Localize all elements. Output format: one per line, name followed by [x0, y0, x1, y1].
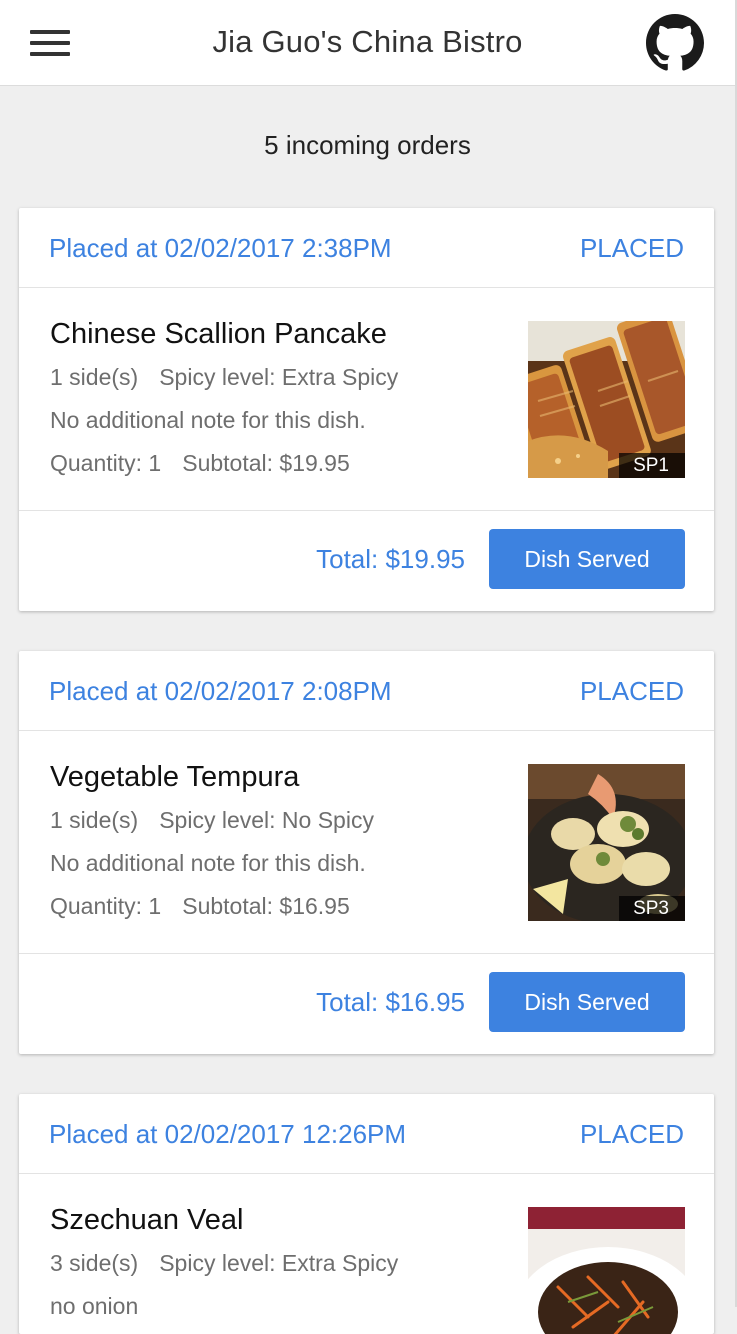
order-header: Placed at 02/02/2017 2:38PM PLACED	[19, 208, 714, 288]
dish-photo: SP1	[528, 321, 685, 478]
order-footer: Total: $16.95 Dish Served	[19, 954, 714, 1054]
dish-quantity-subtotal: Quantity: 1 Subtotal: $16.95	[50, 893, 350, 920]
dish-code-label: SP3	[619, 896, 685, 921]
dish-code-label: SP1	[619, 453, 685, 478]
order-card: Placed at 02/02/2017 12:26PM PLACED Szec…	[19, 1094, 714, 1334]
order-card: Placed at 02/02/2017 2:08PM PLACED Veget…	[19, 651, 714, 1054]
dish-name: Szechuan Veal	[50, 1204, 244, 1236]
dish-sides: 1 side(s)	[50, 807, 139, 833]
dish-name: Chinese Scallion Pancake	[50, 318, 387, 350]
github-icon[interactable]	[646, 14, 704, 72]
dish-subtotal: Subtotal: $19.95	[182, 450, 350, 476]
dish-spicy-level: Spicy level: No Spicy	[159, 807, 374, 833]
order-footer: Total: $19.95 Dish Served	[19, 511, 714, 611]
dish-photo	[528, 1207, 685, 1334]
app-title: Jia Guo's China Bistro	[212, 24, 523, 59]
dish-name: Vegetable Tempura	[50, 761, 300, 793]
order-status: PLACED	[579, 1119, 684, 1149]
dish-note: No additional note for this dish.	[50, 407, 366, 433]
order-status: PLACED	[579, 233, 684, 263]
order-total: Total: $19.95	[316, 544, 465, 574]
order-header: Placed at 02/02/2017 2:08PM PLACED	[19, 651, 714, 731]
dish-spicy-level: Spicy level: Extra Spicy	[159, 364, 399, 390]
dish-options: 3 side(s) Spicy level: Extra Spicy	[50, 1250, 398, 1277]
order-item: Chinese Scallion Pancake 1 side(s) Spicy …	[19, 288, 714, 511]
order-item: Szechuan Veal 3 side(s) Spicy level: Extr…	[19, 1174, 714, 1334]
order-header: Placed at 02/02/2017 12:26PM PLACED	[19, 1094, 714, 1174]
order-total: Total: $16.95	[316, 987, 465, 1017]
dish-quantity-subtotal: Quantity: 1 Subtotal: $19.95	[50, 450, 350, 477]
order-placed-time: Placed at 02/02/2017 12:26PM	[49, 1119, 407, 1149]
order-item: Vegetable Tempura 1 side(s) Spicy level: …	[19, 731, 714, 954]
dish-served-button[interactable]: Dish Served	[489, 972, 685, 1032]
order-placed-time: Placed at 02/02/2017 2:08PM	[49, 676, 392, 706]
incoming-orders-count: 5 incoming orders	[264, 130, 471, 160]
dish-note: No additional note for this dish.	[50, 850, 366, 876]
order-status: PLACED	[579, 676, 684, 706]
dish-quantity: Quantity: 1	[50, 450, 162, 476]
dish-spicy-level: Spicy level: Extra Spicy	[159, 1250, 399, 1276]
app-bar: Jia Guo's China Bistro	[0, 0, 735, 86]
dish-sides: 3 side(s)	[50, 1250, 139, 1276]
dish-subtotal: Subtotal: $16.95	[182, 893, 350, 919]
dish-sides: 1 side(s)	[50, 364, 139, 390]
dish-served-button[interactable]: Dish Served	[489, 529, 685, 589]
dish-photo: SP3	[528, 764, 685, 921]
dish-quantity: Quantity: 1	[50, 893, 162, 919]
dish-options: 1 side(s) Spicy level: Extra Spicy	[50, 364, 398, 391]
dish-options: 1 side(s) Spicy level: No Spicy	[50, 807, 374, 834]
order-card: Placed at 02/02/2017 2:38PM PLACED Chine…	[19, 208, 714, 611]
order-placed-time: Placed at 02/02/2017 2:38PM	[49, 233, 392, 263]
